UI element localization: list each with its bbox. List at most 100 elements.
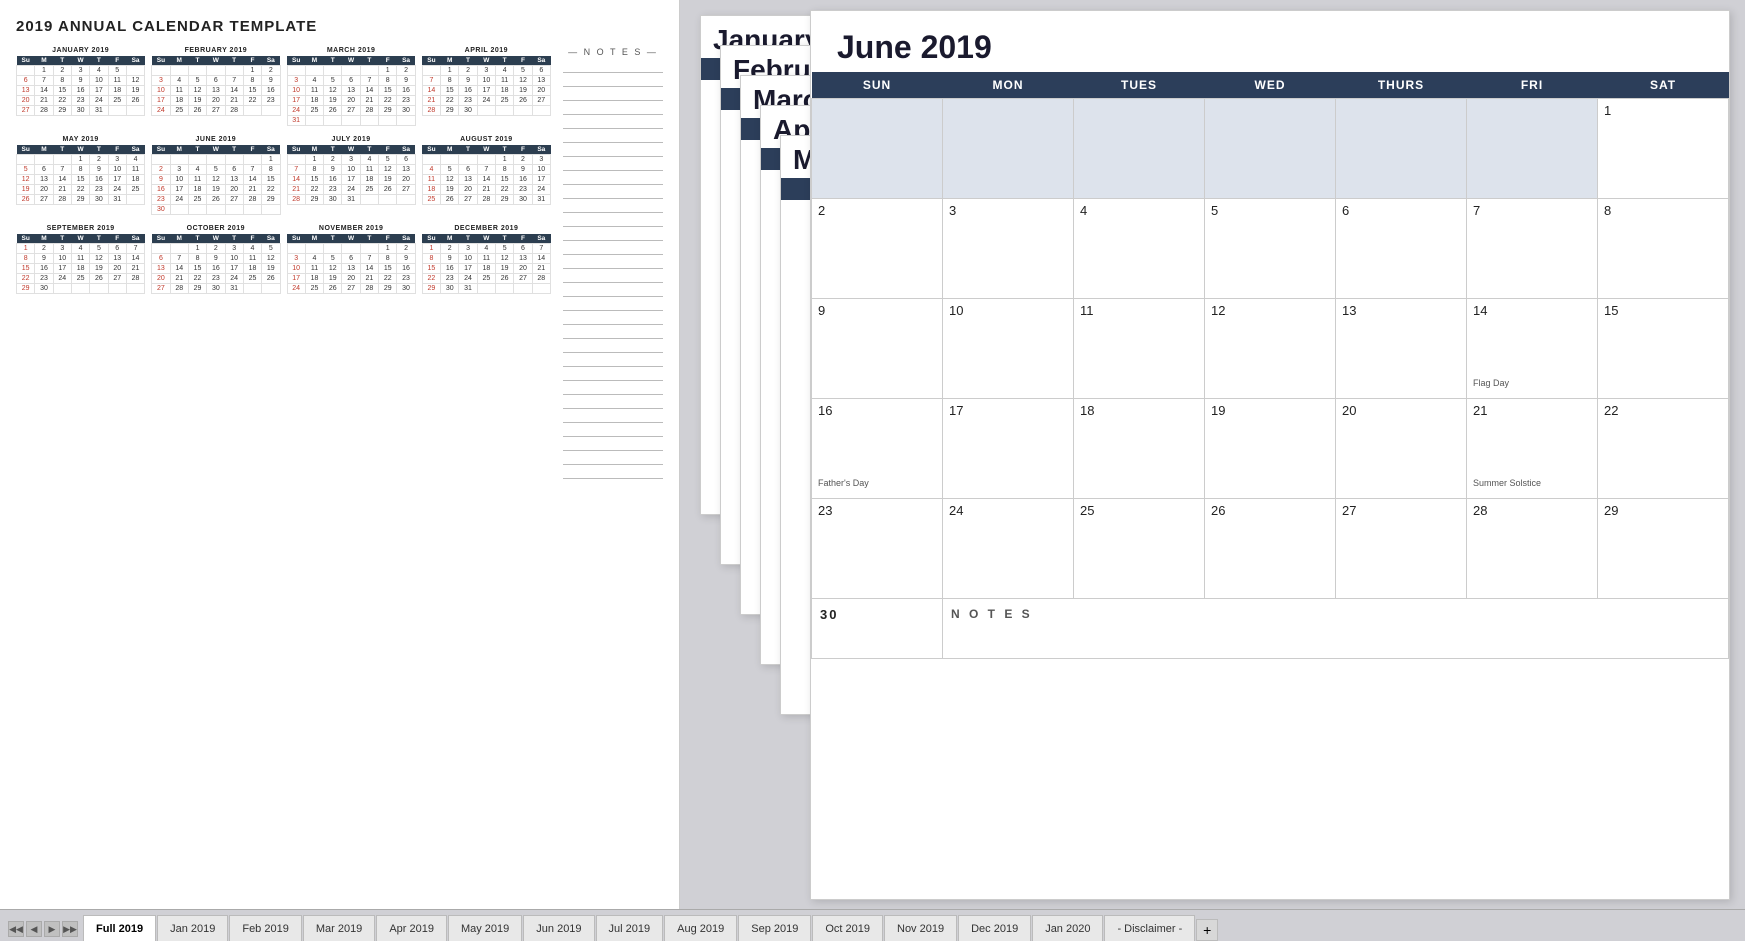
mini-cal-day[interactable]: 17 [53,264,71,274]
mini-cal-day[interactable]: 6 [459,165,477,175]
mini-cal-day[interactable]: 28 [422,106,440,116]
tab-jan-2020[interactable]: Jan 2020 [1032,915,1103,941]
mini-cal-day[interactable]: 20 [35,185,53,195]
mini-cal-day[interactable]: 12 [324,86,342,96]
mini-cal-5[interactable]: JUNE 2019SuMTWTFSa1234567891011121314151… [151,136,280,215]
mini-cal-day[interactable]: 15 [496,175,514,185]
tab-jun-2019[interactable]: Jun 2019 [523,915,594,941]
mini-cal-day[interactable]: 28 [126,274,144,284]
mini-cal-day[interactable]: 12 [188,86,206,96]
mini-cal-day[interactable]: 1 [379,244,397,254]
mini-cal-day[interactable]: 17 [287,96,305,106]
mini-cal-day[interactable]: 24 [477,96,495,106]
mini-cal-day[interactable]: 12 [441,175,459,185]
mini-cal-day[interactable]: 20 [342,274,360,284]
mini-cal-day[interactable]: 1 [305,155,323,165]
mini-cal-day[interactable]: 24 [287,106,305,116]
mini-cal-day[interactable]: 13 [342,86,360,96]
mini-cal-day[interactable]: 9 [90,165,108,175]
mini-cal-day[interactable]: 5 [207,165,225,175]
mini-cal-day[interactable]: 18 [477,264,495,274]
june-cell-4[interactable]: 4 [1074,199,1205,299]
mini-cal-day[interactable]: 9 [397,76,415,86]
mini-cal-day[interactable]: 18 [188,185,206,195]
june-cell-2[interactable]: 2 [812,199,943,299]
mini-cal-day[interactable]: 14 [287,175,305,185]
mini-cal-day[interactable]: 16 [262,86,280,96]
mini-cal-day[interactable]: 11 [477,254,495,264]
mini-cal-day[interactable]: 30 [397,284,415,294]
mini-cal-day[interactable]: 31 [90,106,108,116]
mini-cal-day[interactable]: 27 [342,284,360,294]
mini-cal-day[interactable]: 1 [243,66,261,76]
mini-cal-day[interactable]: 22 [379,274,397,284]
mini-cal-day[interactable]: 24 [90,96,108,106]
tab-full-2019[interactable]: Full 2019 [83,915,156,941]
june-cell-12[interactable]: 12 [1205,299,1336,399]
mini-cal-day[interactable]: 21 [422,96,440,106]
tab-jan-2019[interactable]: Jan 2019 [157,915,228,941]
mini-cal-day[interactable]: 26 [324,284,342,294]
mini-cal-day[interactable]: 27 [35,195,53,205]
mini-cal-day[interactable]: 31 [342,195,360,205]
mini-cal-day[interactable]: 21 [35,96,53,106]
mini-cal-day[interactable]: 23 [90,185,108,195]
mini-cal-day[interactable]: 18 [108,86,126,96]
mini-cal-day[interactable]: 25 [71,274,89,284]
june-cell-25[interactable]: 25 [1074,499,1205,599]
mini-cal-day[interactable]: 17 [532,175,550,185]
mini-cal-day[interactable]: 1 [188,244,206,254]
mini-cal-day[interactable]: 15 [188,264,206,274]
mini-cal-day[interactable]: 31 [459,284,477,294]
mini-cal-day[interactable]: 23 [152,195,170,205]
mini-cal-10[interactable]: NOVEMBER 2019SuMTWTFSa123456789101112131… [287,225,416,294]
mini-cal-day[interactable]: 3 [287,76,305,86]
mini-cal-day[interactable]: 28 [170,284,188,294]
mini-cal-day[interactable]: 4 [496,66,514,76]
mini-cal-day[interactable]: 27 [459,195,477,205]
mini-cal-day[interactable]: 2 [397,244,415,254]
mini-cal-day[interactable]: 20 [152,274,170,284]
mini-cal-day[interactable]: 9 [397,254,415,264]
mini-cal-day[interactable]: 27 [342,106,360,116]
mini-cal-day[interactable]: 8 [441,76,459,86]
mini-cal-day[interactable]: 1 [35,66,53,76]
mini-cal-day[interactable]: 23 [262,96,280,106]
mini-cal-day[interactable]: 14 [360,86,378,96]
mini-cal-day[interactable]: 13 [459,175,477,185]
mini-cal-day[interactable]: 29 [71,195,89,205]
mini-cal-day[interactable]: 31 [108,195,126,205]
mini-cal-day[interactable]: 6 [17,76,35,86]
mini-cal-day[interactable]: 2 [459,66,477,76]
mini-cal-day[interactable]: 18 [496,86,514,96]
mini-cal-day[interactable]: 7 [53,165,71,175]
mini-cal-day[interactable]: 21 [53,185,71,195]
mini-cal-day[interactable]: 19 [441,185,459,195]
june-cell-6[interactable]: 6 [1336,199,1467,299]
mini-cal-day[interactable]: 1 [262,155,280,165]
mini-cal-day[interactable]: 12 [262,254,280,264]
mini-cal-day[interactable]: 5 [514,66,532,76]
tab-add-button[interactable]: + [1196,919,1218,941]
june-cell-27[interactable]: 27 [1336,499,1467,599]
mini-cal-day[interactable]: 4 [305,76,323,86]
mini-cal-day[interactable]: 4 [305,254,323,264]
mini-cal-day[interactable]: 14 [360,264,378,274]
june-cell-14[interactable]: 14Flag Day [1467,299,1598,399]
mini-cal-9[interactable]: OCTOBER 2019SuMTWTFSa1234567891011121314… [151,225,280,294]
mini-cal-day[interactable]: 5 [441,165,459,175]
mini-cal-day[interactable]: 15 [422,264,440,274]
mini-cal-day[interactable]: 16 [441,264,459,274]
mini-cal-day[interactable]: 29 [441,106,459,116]
mini-cal-day[interactable]: 5 [324,254,342,264]
mini-cal-day[interactable]: 22 [53,96,71,106]
mini-cal-11[interactable]: DECEMBER 2019SuMTWTFSa123456789101112131… [422,225,551,294]
mini-cal-day[interactable]: 20 [108,264,126,274]
mini-cal-day[interactable]: 8 [71,165,89,175]
mini-cal-day[interactable]: 21 [477,185,495,195]
mini-cal-day[interactable]: 12 [126,76,144,86]
mini-cal-day[interactable]: 20 [342,96,360,106]
mini-cal-day[interactable]: 8 [379,76,397,86]
mini-cal-day[interactable]: 14 [225,86,243,96]
mini-cal-day[interactable]: 26 [17,195,35,205]
